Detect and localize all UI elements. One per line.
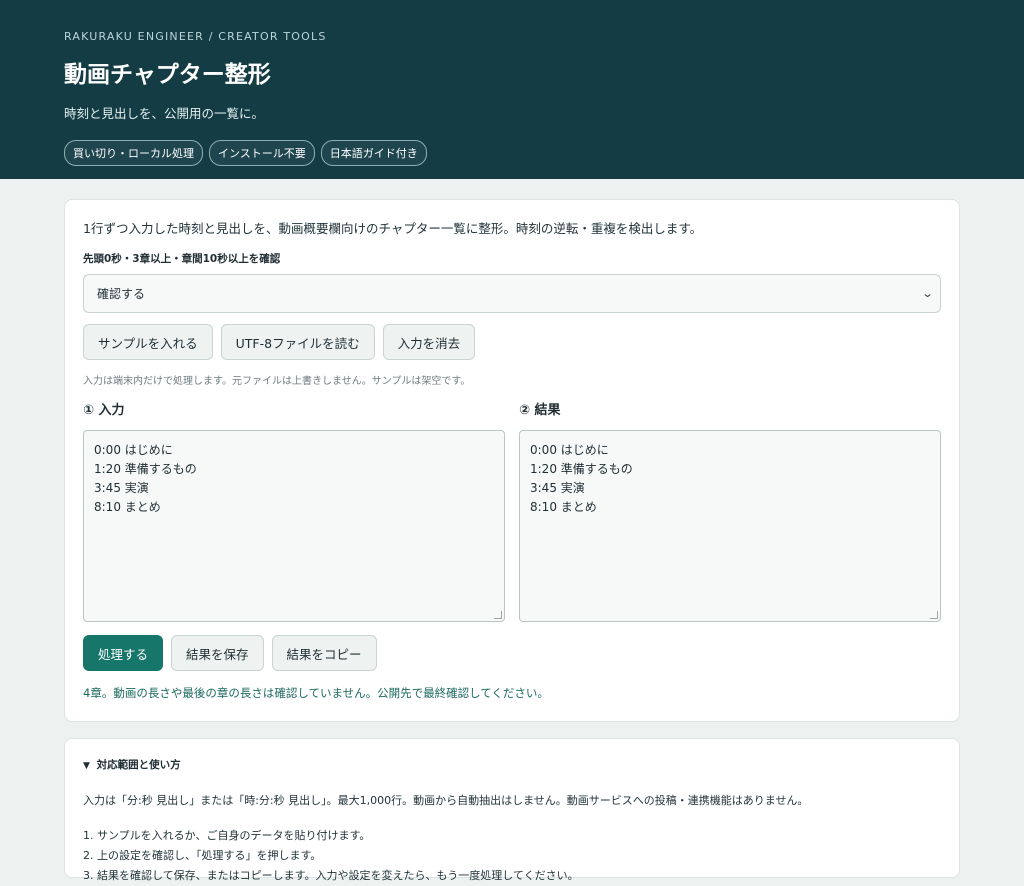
resize-handle-icon[interactable] [930,611,938,619]
input-panel: ① 入力 0:00 はじめに 1:20 準備するもの 3:45 実演 8:10 … [83,399,505,622]
help-text: 入力は「分:秒 見出し」または「時:分:秒 見出し」。最大1,000行。動画から… [83,794,809,807]
page-subtitle: 時刻と見出しを、公開用の一覧に。 [64,106,265,121]
help-summary-toggle[interactable]: ▼ 対応範囲と使い方 [83,757,941,772]
list-item: 2. 上の設定を確認し、「処理する」を押します。 [83,849,322,862]
header-eyebrow: RAKURAKU ENGINEER / CREATOR TOOLS [64,30,327,43]
input-textarea[interactable]: 0:00 はじめに 1:20 準備するもの 3:45 実演 8:10 まとめ [83,430,505,622]
chevron-down-icon: ⌄ [921,287,934,300]
process-button[interactable]: 処理する [83,635,164,671]
check-option-select[interactable]: 確認する ⌄ [83,274,941,313]
result-line: 0:00 はじめに [530,443,609,457]
result-line: 1:20 準備するもの [530,462,633,476]
triangle-down-icon: ▼ [83,761,90,771]
input-line: 3:45 実演 [94,481,149,495]
io-panels: ① 入力 0:00 はじめに 1:20 準備するもの 3:45 実演 8:10 … [83,399,941,622]
badge-one-time-purchase: 買い切り・ローカル処理 [64,140,203,166]
result-panel: ② 結果 0:00 はじめに 1:20 準備するもの 3:45 実演 8:10 … [519,399,941,622]
insert-sample-button[interactable]: サンプルを入れる [83,324,213,360]
usage-steps: 1. サンプルを入れるか、ご自身のデータを貼り付けます。 2. 上の設定を確認し… [83,826,941,886]
list-item: 1. サンプルを入れるか、ご自身のデータを貼り付けます。 [83,829,371,842]
result-textarea[interactable]: 0:00 はじめに 1:20 準備するもの 3:45 実演 8:10 まとめ [519,430,941,622]
tool-card: 1行ずつ入力した時刻と見出しを、動画概要欄向けのチャプター一覧に整形。時刻の逆転… [64,199,960,722]
result-line: 8:10 まとめ [530,500,597,514]
privacy-note: 入力は端末内だけで処理します。元ファイルは上書きしません。サンプルは架空です。 [83,376,471,387]
resize-handle-icon[interactable] [494,611,502,619]
page-title: 動画チャプター整形 [64,62,271,88]
save-result-button[interactable]: 結果を保存 [171,635,264,671]
list-item: 3. 結果を確認して保存、またはコピーします。入力や設定を変えたら、もう一度処理… [83,869,579,882]
page-header: RAKURAKU ENGINEER / CREATOR TOOLS 動画チャプタ… [0,0,1024,179]
read-file-button[interactable]: UTF-8ファイルを読む [220,324,375,360]
result-line: 3:45 実演 [530,481,585,495]
badge-japanese-guide: 日本語ガイド付き [320,140,427,166]
copy-result-button[interactable]: 結果をコピー [271,635,377,671]
check-option-value: 確認する [97,287,146,301]
feature-badges: 買い切り・ローカル処理 インストール不要 日本語ガイド付き [64,140,960,166]
clear-input-button[interactable]: 入力を消去 [382,324,476,360]
input-line: 8:10 まとめ [94,500,161,514]
check-option-label: 先頭0秒・3章以上・章間10秒以上を確認 [83,253,281,265]
help-summary-label: 対応範囲と使い方 [96,759,181,771]
input-line: 0:00 はじめに [94,443,173,457]
tool-description: 1行ずつ入力した時刻と見出しを、動画概要欄向けのチャプター一覧に整形。時刻の逆転… [83,221,703,236]
result-panel-title: ② 結果 [519,403,561,418]
status-message: 4章。動画の長さや最後の章の長さは確認していません。公開先で最終確認してください… [83,686,549,700]
badge-no-install: インストール不要 [209,140,315,166]
help-card: ▼ 対応範囲と使い方 入力は「分:秒 見出し」または「時:分:秒 見出し」。最大… [64,738,960,882]
input-panel-title: ① 入力 [83,403,125,418]
action-buttons: 処理する 結果を保存 結果をコピー [83,635,941,671]
input-line: 1:20 準備するもの [94,462,197,476]
input-toolbar: サンプルを入れる UTF-8ファイルを読む 入力を消去 [83,324,941,360]
